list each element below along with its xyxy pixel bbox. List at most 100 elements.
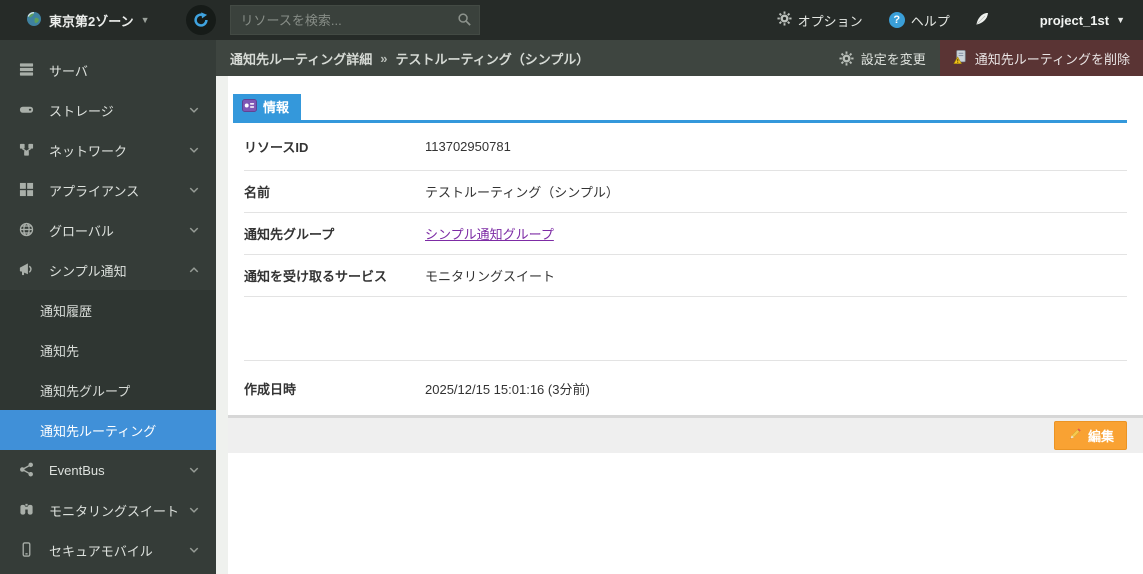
table-row: 名前 テストルーティング（シンプル） — [244, 171, 1127, 213]
help-label: ヘルプ — [910, 13, 950, 29]
refresh-icon — [193, 12, 208, 27]
delete-routing-label: 通知先ルーティングを削除 — [974, 51, 1130, 67]
table-row: 通知先グループ シンプル通知グループ — [244, 213, 1127, 255]
sidebar-item-label: ストレージ — [49, 103, 114, 119]
sidebar-item-label: セキュアモバイル — [49, 543, 153, 559]
project-label: project_1st — [1039, 12, 1110, 28]
chevron-down-icon — [188, 104, 200, 116]
options-label: オプション — [797, 13, 863, 29]
server-icon — [18, 62, 36, 78]
zone-globe-icon — [26, 11, 42, 30]
search-box — [229, 5, 480, 35]
help-button[interactable]: ? ヘルプ — [881, 11, 958, 30]
sidebar-item-label: サーバ — [49, 63, 88, 79]
row-value: モニタリングスイート — [425, 269, 556, 284]
breadcrumb: 通知先ルーティング詳細 » テストルーティング（シンプル） — [216, 49, 589, 68]
row-value: テストルーティング（シンプル） — [425, 185, 619, 200]
table-row: リソースID 113702950781 — [244, 123, 1127, 171]
row-value: 113702950781 — [425, 139, 511, 154]
footer-bar: 編集 — [228, 415, 1143, 453]
edit-button-label: 編集 — [1087, 429, 1114, 444]
page-header: 通知先ルーティング詳細 » テストルーティング（シンプル） 設定を変更 通知先ル… — [216, 40, 1143, 76]
delete-warning-icon — [953, 49, 968, 68]
gear-icon — [839, 50, 854, 66]
zone-selector[interactable]: 東京第2ゾーン ▼ — [26, 11, 150, 30]
row-label: 作成日時 — [244, 381, 297, 397]
table-row: 作成日時 2025/12/15 15:01:16 (3分前) — [244, 361, 1127, 415]
refresh-button[interactable] — [185, 5, 216, 35]
table-spacer-row — [244, 297, 1127, 361]
sidebar-item-label: アプライアンス — [49, 183, 140, 199]
gear-icon — [777, 11, 792, 29]
options-button[interactable]: オプション — [769, 11, 871, 30]
zone-label: 東京第2ゾーン — [49, 13, 134, 29]
topbar: 東京第2ゾーン ▼ オプション ? ヘルプ project_1st ▼ — [0, 0, 1143, 40]
sidebar-subitem[interactable]: 通知先ルーティング — [0, 410, 216, 450]
storage-icon — [18, 102, 36, 118]
megaphone-icon — [18, 262, 36, 278]
zone-caret-icon: ▼ — [140, 15, 150, 25]
chevron-down-icon — [188, 184, 200, 196]
sidebar-subitem-label: 通知先 — [40, 343, 80, 359]
content-gutter — [216, 76, 228, 574]
binoculars-icon — [18, 502, 36, 518]
row-value: シンプル通知グループ — [425, 224, 554, 243]
sidebar-item[interactable]: セキュアモバイル — [0, 530, 216, 570]
sidebar-item-label: EventBus — [49, 462, 105, 478]
change-settings-label: 設定を変更 — [860, 51, 926, 67]
sidebar-subitem-label: 通知履歴 — [40, 303, 93, 319]
sidebar-item[interactable]: モニタリングスイート — [0, 490, 216, 530]
sidebar-subitem[interactable]: 通知先 — [0, 330, 216, 370]
pencil-icon — [1067, 427, 1082, 445]
change-settings-button[interactable]: 設定を変更 — [825, 40, 940, 76]
sidebar-item[interactable]: EventBus — [0, 450, 216, 490]
sidebar-subitem-label: 通知先ルーティング — [40, 423, 157, 439]
row-label: 通知を受け取るサービス — [244, 269, 388, 284]
table-row: 通知を受け取るサービス モニタリングスイート — [244, 255, 1127, 297]
tab-info-label: 情報 — [263, 100, 290, 115]
row-link[interactable]: シンプル通知グループ — [425, 227, 554, 242]
sidebar-item[interactable]: サーバ — [0, 50, 216, 90]
search-input[interactable] — [229, 5, 480, 35]
share-icon — [18, 462, 36, 478]
row-label: リソースID — [244, 140, 309, 155]
project-selector[interactable]: project_1st ▼ — [1040, 13, 1125, 28]
tab-info[interactable]: 情報 — [233, 94, 302, 120]
delete-routing-button[interactable]: 通知先ルーティングを削除 — [939, 40, 1143, 76]
chevron-up-icon — [188, 264, 200, 276]
sidebar-subitem[interactable]: 通知先グループ — [0, 370, 216, 410]
sidebar-subitem-label: 通知先グループ — [40, 383, 131, 399]
breadcrumb-sub: テストルーティング（シンプル） — [395, 51, 590, 67]
sidebar-submenu: 通知履歴通知先通知先グループ通知先ルーティング — [0, 290, 216, 450]
chevron-down-icon — [188, 504, 200, 516]
appliance-icon — [18, 182, 36, 198]
edit-button[interactable]: 編集 — [1053, 421, 1127, 450]
sidebar-item[interactable]: シンプル通知 — [0, 250, 216, 290]
info-card-icon — [242, 98, 257, 115]
globe-icon — [18, 222, 36, 238]
row-label: 名前 — [244, 185, 271, 200]
sidebar-item-label: グローバル — [49, 223, 114, 239]
breadcrumb-main: 通知先ルーティング詳細 — [230, 51, 373, 67]
row-value: 2025/12/15 15:01:16 (3分前) — [425, 381, 590, 397]
detail-panel: 情報 リソースID 113702950781 名前 テストルーティング（シンプル） 通知… — [228, 76, 1143, 574]
network-icon — [18, 142, 36, 158]
breadcrumb-separator: » — [380, 50, 388, 66]
sidebar-item[interactable]: アプライアンス — [0, 170, 216, 210]
sidebar-item-label: モニタリングスイート — [49, 503, 180, 519]
info-table: リソースID 113702950781 名前 テストルーティング（シンプル） 通知先グル… — [244, 123, 1127, 415]
mobile-icon — [18, 542, 36, 558]
sidebar-subitem[interactable]: 通知履歴 — [0, 290, 216, 330]
chevron-down-icon — [188, 144, 200, 156]
chevron-down-icon — [188, 464, 200, 476]
sidebar-item-label: ネットワーク — [49, 143, 128, 159]
search-icon — [457, 12, 472, 30]
sidebar: サーバストレージネットワーク アプライアンス グローバルシンプル通知 通知履歴通知先… — [0, 40, 216, 574]
project-caret-icon: ▼ — [1116, 15, 1125, 25]
sidebar-item[interactable]: ストレージ — [0, 90, 216, 130]
sidebar-item[interactable]: グローバル — [0, 210, 216, 250]
sidebar-item-label: シンプル通知 — [49, 263, 127, 279]
sidebar-item[interactable]: ネットワーク — [0, 130, 216, 170]
feather-icon[interactable] — [974, 11, 990, 30]
row-label: 通知先グループ — [244, 227, 335, 242]
